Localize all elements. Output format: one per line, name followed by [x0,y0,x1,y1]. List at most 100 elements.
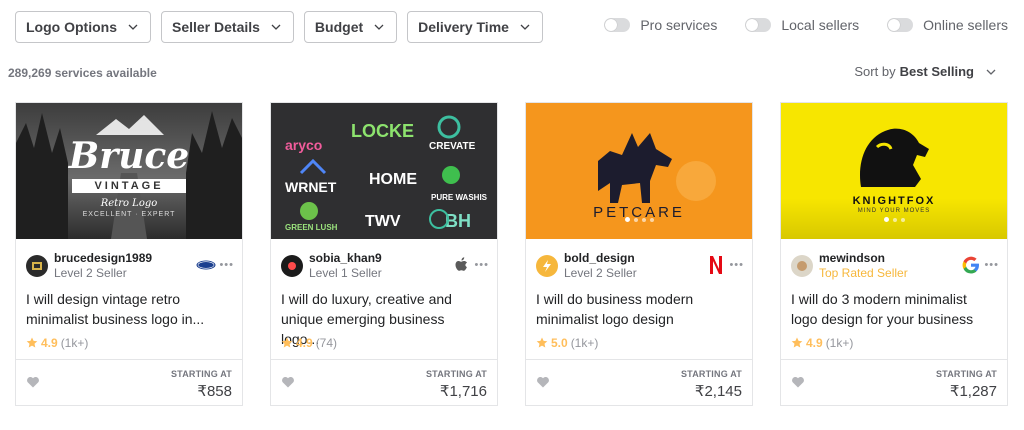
heart-icon[interactable] [791,375,805,389]
gig-footer: STARTING AT ₹1,287 [781,359,1007,405]
ford-icon [196,255,216,275]
filter-label: Delivery Time [418,19,509,35]
gig-thumbnail[interactable]: KNIGHTFOX MIND YOUR MOVES [781,103,1007,239]
chevron-down-icon [986,69,996,75]
seller-level: Level 2 Seller [54,266,127,280]
more-options-icon[interactable]: ••• [474,259,489,271]
starting-at-label: STARTING AT [170,369,232,379]
avatar[interactable] [281,255,303,277]
sort-prefix: Sort by [854,64,896,79]
seller-block: mewindson Top Rated Seller [791,251,908,281]
toggle-switch[interactable] [745,18,772,32]
seller-name[interactable]: bold_design [564,251,637,265]
avatar[interactable] [536,255,558,277]
thumb-sub-text: Retro Logo [100,198,158,209]
seller-block: sobia_khan9 Level 1 Seller [281,251,382,281]
toggle-online-sellers[interactable]: Online sellers [887,17,1008,33]
seller-name[interactable]: brucedesign1989 [54,251,152,265]
gig-thumbnail[interactable]: PETCARE [526,103,752,239]
toggle-label: Online sellers [923,17,1008,33]
gig-title[interactable]: I will do business modern minimalist log… [536,289,741,329]
heart-icon[interactable] [26,375,40,389]
star-icon [26,337,38,348]
toggle-knob [746,19,759,31]
toggle-switch[interactable] [604,18,631,32]
rating-score: 4.9 [296,336,313,350]
netflix-icon [706,255,726,275]
starting-at-label: STARTING AT [425,369,487,379]
gig-footer: STARTING AT ₹1,716 [271,359,497,405]
seller-name[interactable]: sobia_khan9 [309,251,382,265]
chevron-down-icon [271,22,281,32]
rating-count: (1k+) [570,336,599,350]
sort-dropdown[interactable]: Sort by Best Selling [854,64,996,79]
filter-budget[interactable]: Budget [303,11,398,43]
gig-card: KNIGHTFOX MIND YOUR MOVES mewindson Top … [780,102,1008,406]
chevron-down-icon [128,22,138,32]
filter-bar: Logo Options Seller Details Budget Deliv… [15,11,543,43]
toggle-knob [888,19,901,31]
toggle-group: Pro services Local sellers Online seller… [604,17,1008,33]
seller-level: Top Rated Seller [819,266,908,280]
gig-grid: Bruce VINTAGE Retro Logo EXCELLENT · EXP… [15,102,1008,406]
gig-price[interactable]: ₹1,287 [950,382,997,400]
gig-title[interactable]: I will do 3 modern minimalist logo desig… [791,289,996,329]
gig-price[interactable]: ₹2,145 [695,382,742,400]
seller-block: brucedesign1989 Level 2 Seller [26,251,152,281]
toggle-label: Local sellers [781,17,860,33]
thumb-tag-text: EXCELLENT · EXPERT [82,211,176,218]
rating-score: 4.9 [806,336,823,350]
rating: 4.9 (1k+) [791,336,853,350]
gig-title[interactable]: I will design vintage retro minimalist b… [26,289,231,329]
apple-icon [451,255,471,275]
filter-seller-details[interactable]: Seller Details [160,11,294,43]
filter-label: Budget [314,19,364,35]
seller-info: bold_design Level 2 Seller [564,251,637,281]
carousel-dots[interactable] [526,217,752,222]
rating-score: 4.9 [41,336,58,350]
seller-level: Level 1 Seller [309,266,382,280]
carousel-dots[interactable] [781,217,1007,222]
chevron-down-icon [520,22,530,32]
thumb-sub-text: MIND YOUR MOVES [857,208,931,214]
gig-footer: STARTING AT ₹2,145 [526,359,752,405]
rating-count: (74) [315,336,338,350]
filter-delivery-time[interactable]: Delivery Time [407,11,543,43]
filter-logo-options[interactable]: Logo Options [15,11,151,43]
logo-shapes [299,115,461,229]
toggle-label: Pro services [640,17,718,33]
results-count: 289,269 services available [8,66,157,80]
gig-price[interactable]: ₹1,716 [440,382,487,400]
thumb-main-text: Bruce [68,135,190,177]
heart-icon[interactable] [281,375,295,389]
heart-icon[interactable] [536,375,550,389]
star-icon [791,337,803,348]
chevron-down-icon [374,22,384,32]
sort-value: Best Selling [899,64,974,79]
seller-info: sobia_khan9 Level 1 Seller [309,251,382,281]
thumb-banner-text: VINTAGE [72,179,186,193]
avatar[interactable] [791,255,813,277]
toggle-pro-services[interactable]: Pro services [604,17,717,33]
more-options-icon[interactable]: ••• [984,259,999,271]
avatar[interactable] [26,255,48,277]
rating: 5.0 (1k+) [536,336,598,350]
gig-price[interactable]: ₹858 [197,382,232,400]
seller-block: bold_design Level 2 Seller [536,251,637,281]
more-options-icon[interactable]: ••• [219,259,234,271]
toggle-switch[interactable] [887,18,914,32]
more-options-icon[interactable]: ••• [729,259,744,271]
google-icon [961,255,981,275]
rating-count: (1k+) [825,336,854,350]
star-icon [281,337,293,348]
gig-thumbnail[interactable]: aryco LOCKE CREVATE WRNET HOME PURE WASH… [271,103,497,239]
toggle-knob [605,19,618,31]
toggle-local-sellers[interactable]: Local sellers [745,17,859,33]
seller-name[interactable]: mewindson [819,251,908,265]
rating: 4.9 (1k+) [26,336,88,350]
gig-thumbnail[interactable]: Bruce VINTAGE Retro Logo EXCELLENT · EXP… [16,103,242,239]
gig-footer: STARTING AT ₹858 [16,359,242,405]
gig-card: Bruce VINTAGE Retro Logo EXCELLENT · EXP… [15,102,243,406]
seller-info: mewindson Top Rated Seller [819,251,908,281]
filter-label: Logo Options [26,19,117,35]
